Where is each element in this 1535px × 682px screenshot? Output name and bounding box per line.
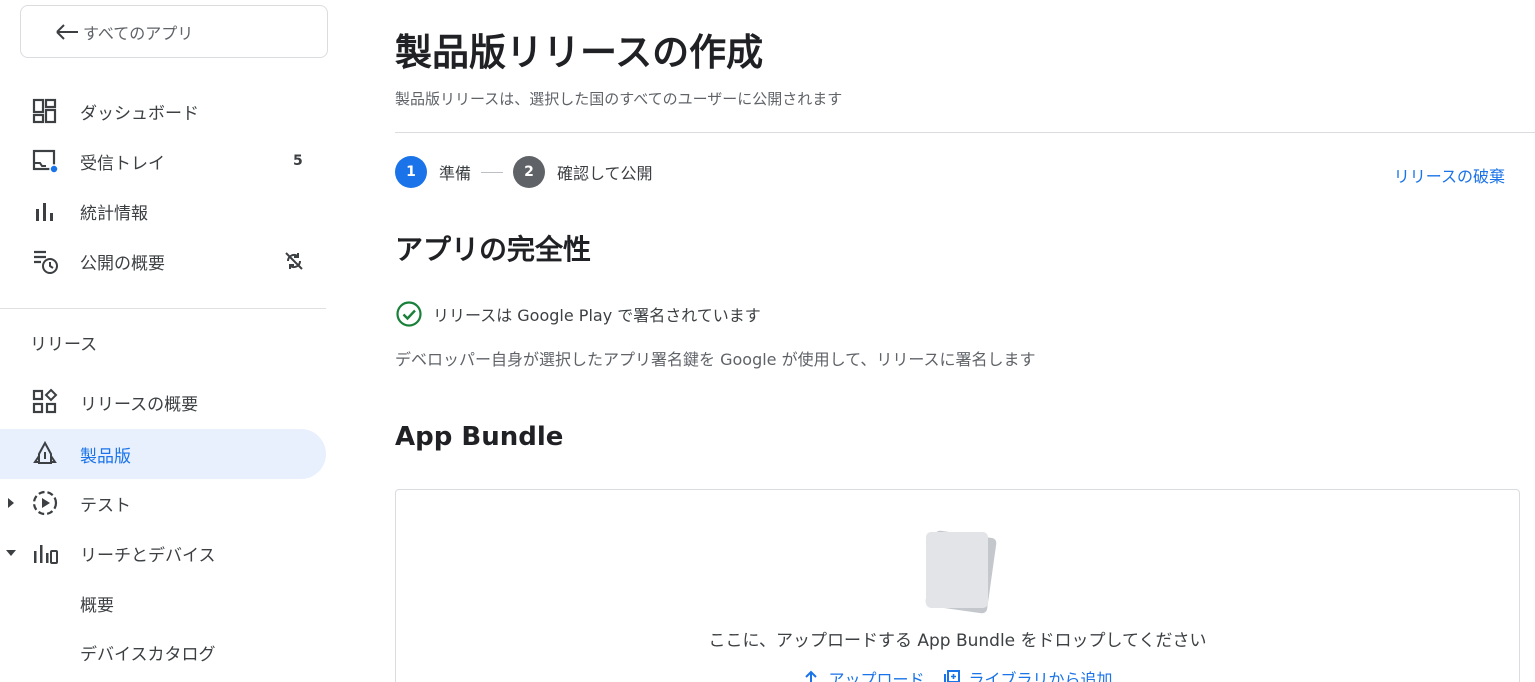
integrity-heading: アプリの完全性	[395, 233, 592, 266]
back-label: すべてのアプリ	[83, 23, 194, 43]
sidebar-item-overview[interactable]: 概要	[0, 578, 326, 628]
step-connector	[481, 171, 504, 173]
sidebar-item-statistics[interactable]: 統計情報	[0, 186, 326, 236]
app-bundle-heading: App Bundle	[395, 422, 564, 452]
caret-right-icon[interactable]	[6, 498, 16, 508]
sidebar-item-label: リーチとデバイス	[80, 545, 216, 566]
sidebar: すべてのアプリ ダッシュボード 受信トレイ 5 統計情報 公開の概要 リリース …	[0, 0, 340, 682]
header-divider	[395, 132, 1535, 133]
library-label: ライブラリから追加	[968, 670, 1113, 682]
sidebar-item-device-catalog[interactable]: デバイスカタログ	[0, 627, 326, 677]
sidebar-item-publishing-overview[interactable]: 公開の概要	[0, 236, 326, 286]
discard-release-link[interactable]: リリースの破棄	[1394, 163, 1505, 187]
sidebar-item-releases-overview[interactable]: リリースの概要	[0, 377, 326, 427]
dropzone-text: ここに、アップロードする App Bundle をドロップしてください	[708, 631, 1207, 651]
page-subtitle: 製品版リリースは、選択した国のすべてのユーザーに公開されます	[395, 90, 843, 108]
sidebar-item-production[interactable]: 製品版	[0, 429, 326, 479]
sidebar-item-label: 受信トレイ	[80, 153, 165, 174]
sync-off-icon	[285, 252, 303, 270]
caret-down-icon[interactable]	[6, 548, 16, 558]
library-add-icon	[943, 670, 960, 682]
signing-description: デベロッパー自身が選択したアプリ署名鍵を Google が使用して、リリースに署…	[395, 350, 1036, 369]
app-bundle-dropzone[interactable]: ここに、アップロードする App Bundle をドロップしてください アップロ…	[395, 489, 1520, 682]
sidebar-section-title: リリース	[30, 335, 98, 355]
page-title: 製品版リリースの作成	[395, 31, 764, 74]
arrow-back-icon	[56, 24, 78, 40]
sidebar-item-label: リリースの概要	[80, 394, 199, 415]
back-to-all-apps-button[interactable]: すべてのアプリ	[20, 5, 328, 58]
dashboard-icon	[32, 98, 57, 124]
sidebar-item-label: 公開の概要	[80, 253, 165, 274]
sidebar-item-label: 統計情報	[80, 203, 148, 224]
sidebar-divider	[0, 308, 326, 309]
signing-status: リリースは Google Play で署名されています	[395, 300, 761, 328]
upload-icon	[805, 670, 818, 682]
step-2-indicator: 2	[513, 156, 546, 188]
check-circle-icon	[396, 301, 422, 327]
upload-button[interactable]: アップロード	[802, 666, 925, 682]
stepper: 1 準備 2 確認して公開	[395, 156, 653, 188]
sidebar-item-reach-devices[interactable]: リーチとデバイス	[0, 528, 326, 578]
upload-label: アップロード	[828, 670, 925, 682]
documents-illustration-icon	[925, 530, 997, 614]
main-content: 製品版リリースの作成 製品版リリースは、選択した国のすべてのユーザーに公開されま…	[395, 0, 1535, 682]
dropzone-actions: アップロード ライブラリから追加	[396, 666, 1519, 682]
sidebar-item-label: テスト	[80, 495, 131, 516]
testing-icon	[32, 490, 58, 516]
sidebar-item-label: 製品版	[80, 446, 131, 467]
sidebar-item-label: ダッシュボード	[80, 103, 199, 124]
reach-devices-icon	[34, 545, 58, 564]
bar-chart-icon	[36, 203, 53, 221]
publishing-overview-icon	[34, 250, 58, 274]
production-icon	[33, 440, 57, 464]
sidebar-item-dashboard[interactable]: ダッシュボード	[0, 86, 326, 136]
inbox-icon	[32, 149, 59, 174]
step-1-indicator: 1	[395, 156, 427, 188]
inbox-count-badge: 5	[293, 153, 303, 169]
sidebar-item-label: デバイスカタログ	[80, 644, 216, 665]
sidebar-item-inbox[interactable]: 受信トレイ 5	[0, 136, 326, 186]
sidebar-item-label: 概要	[80, 595, 114, 616]
add-from-library-button[interactable]: ライブラリから追加	[943, 666, 1113, 682]
signing-status-text: リリースは Google Play で署名されています	[433, 306, 761, 325]
sidebar-item-testing[interactable]: テスト	[0, 478, 326, 528]
step-1-label: 準備	[439, 164, 472, 183]
releases-overview-icon	[32, 388, 58, 414]
step-2-label: 確認して公開	[557, 164, 653, 183]
